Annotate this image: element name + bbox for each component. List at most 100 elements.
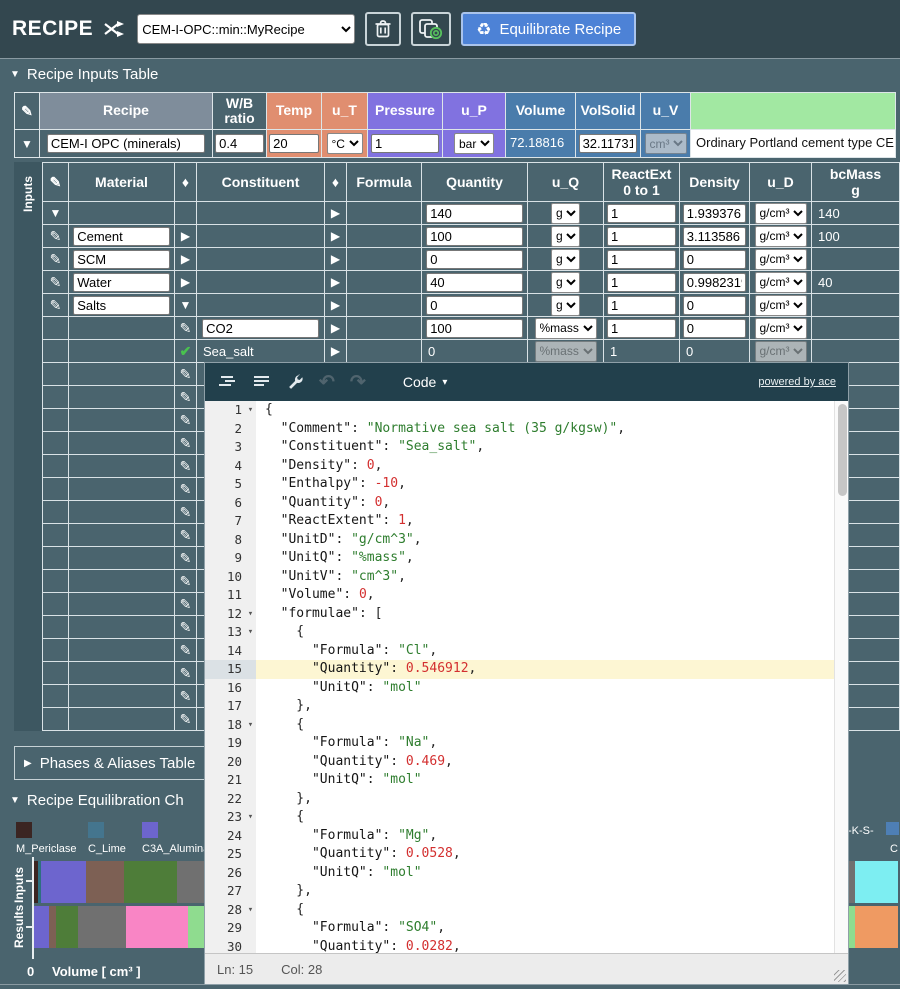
fold-toggle-icon[interactable]	[245, 845, 256, 864]
code-line[interactable]: 4 "Density": 0,	[205, 457, 848, 476]
pencil-icon[interactable]: ✎	[50, 298, 62, 312]
code-line[interactable]: 10 "UnitV": "cm^3",	[205, 568, 848, 587]
code-line[interactable]: 26 "UnitQ": "mol"	[205, 864, 848, 883]
pencil-icon[interactable]: ✎	[21, 104, 33, 118]
pencil-icon[interactable]: ✎	[180, 482, 192, 496]
line-number[interactable]: 25	[205, 845, 245, 864]
fold-toggle-icon[interactable]	[245, 790, 256, 809]
code-line[interactable]: 5 "Enthalpy": -10,	[205, 475, 848, 494]
play-icon[interactable]: ▶	[331, 299, 340, 311]
recipe-select[interactable]: CEM-I-OPC::min::MyRecipe	[137, 14, 355, 44]
redo-icon[interactable]: ↷	[350, 371, 366, 394]
line-number[interactable]: 13	[205, 623, 245, 642]
pencil-icon[interactable]: ✎	[180, 643, 192, 657]
fold-toggle-icon[interactable]	[245, 642, 256, 661]
code-line[interactable]: 7 "ReactExtent": 1,	[205, 512, 848, 531]
editor-scrollbar[interactable]	[834, 401, 848, 953]
pencil-icon[interactable]: ✎	[180, 436, 192, 450]
fold-toggle-icon[interactable]	[245, 475, 256, 494]
play-icon[interactable]: ▶	[181, 253, 190, 265]
compact-format-icon[interactable]	[252, 375, 272, 389]
pencil-icon[interactable]: ✎	[180, 620, 192, 634]
fold-toggle-icon[interactable]: ▾	[245, 623, 256, 642]
pencil-icon[interactable]: ✎	[180, 551, 192, 565]
line-number[interactable]: 19	[205, 734, 245, 753]
line-number[interactable]: 8	[205, 531, 245, 550]
line-number[interactable]: 1	[205, 401, 245, 420]
quantity-input[interactable]	[426, 204, 523, 223]
line-number[interactable]: 5	[205, 475, 245, 494]
code-line[interactable]: 12 ▾ "formulae": [	[205, 605, 848, 624]
fold-toggle-icon[interactable]	[245, 494, 256, 513]
line-number[interactable]: 16	[205, 679, 245, 698]
line-number[interactable]: 27	[205, 882, 245, 901]
fold-toggle-icon[interactable]	[245, 919, 256, 938]
density-unit-select[interactable]: g/cm³	[755, 272, 807, 293]
code-line[interactable]: 21 "UnitQ": "mol"	[205, 771, 848, 790]
react-extent-input[interactable]	[607, 250, 676, 269]
code-line[interactable]: 27 },	[205, 882, 848, 901]
fold-toggle-icon[interactable]	[245, 679, 256, 698]
density-input[interactable]	[683, 319, 746, 338]
pencil-icon[interactable]: ✎	[50, 252, 62, 266]
line-number[interactable]: 9	[205, 549, 245, 568]
format-indent-icon[interactable]	[217, 375, 237, 389]
pencil-icon[interactable]: ✎	[180, 712, 192, 726]
code-line[interactable]: 19 "Formula": "Na",	[205, 734, 848, 753]
fold-toggle-icon[interactable]: ▾	[245, 605, 256, 624]
react-extent-input[interactable]	[607, 204, 676, 223]
code-line[interactable]: 16 "UnitQ": "mol"	[205, 679, 848, 698]
fold-toggle-icon[interactable]	[245, 771, 256, 790]
fold-toggle-icon[interactable]	[245, 864, 256, 883]
quantity-input[interactable]	[426, 250, 523, 269]
fold-toggle-icon[interactable]	[245, 512, 256, 531]
line-number[interactable]: 26	[205, 864, 245, 883]
play-icon[interactable]: ▶	[181, 276, 190, 288]
code-line[interactable]: 23 ▾ {	[205, 808, 848, 827]
density-input[interactable]	[683, 227, 746, 246]
play-icon[interactable]: ▶	[331, 253, 340, 265]
code-line[interactable]: 25 "Quantity": 0.0528,	[205, 845, 848, 864]
pencil-icon[interactable]: ✎	[180, 505, 192, 519]
code-line[interactable]: 9 "UnitQ": "%mass",	[205, 549, 848, 568]
pencil-icon[interactable]: ✎	[180, 597, 192, 611]
fold-toggle-icon[interactable]	[245, 734, 256, 753]
fold-toggle-icon[interactable]	[245, 568, 256, 587]
code-line[interactable]: 24 "Formula": "Mg",	[205, 827, 848, 846]
code-line[interactable]: 11 "Volume": 0,	[205, 586, 848, 605]
pencil-icon[interactable]: ✎	[180, 689, 192, 703]
code-line[interactable]: 18 ▾ {	[205, 716, 848, 735]
code-line[interactable]: 13 ▾ {	[205, 623, 848, 642]
play-icon[interactable]: ▶	[331, 322, 340, 334]
code-line[interactable]: 1 ▾ {	[205, 401, 848, 420]
line-number[interactable]: 30	[205, 938, 245, 954]
fold-toggle-icon[interactable]	[245, 753, 256, 772]
line-number[interactable]: 4	[205, 457, 245, 476]
code-line[interactable]: 29 "Formula": "SO4",	[205, 919, 848, 938]
pencil-icon[interactable]: ✎	[50, 275, 62, 289]
code-line[interactable]: 28 ▾ {	[205, 901, 848, 920]
fold-toggle-icon[interactable]: ▾	[245, 901, 256, 920]
pencil-icon[interactable]: ✎	[50, 229, 62, 243]
line-number[interactable]: 18	[205, 716, 245, 735]
volsolid-input[interactable]	[579, 134, 638, 153]
fold-toggle-icon[interactable]	[245, 827, 256, 846]
density-input[interactable]	[683, 296, 746, 315]
line-number[interactable]: 21	[205, 771, 245, 790]
pencil-icon[interactable]: ✎	[180, 321, 192, 335]
pressure-input[interactable]	[371, 134, 439, 153]
line-number[interactable]: 29	[205, 919, 245, 938]
expand-row-icon[interactable]: ▼	[21, 138, 33, 150]
pencil-icon[interactable]: ✎	[180, 666, 192, 680]
line-number[interactable]: 12	[205, 605, 245, 624]
density-unit-select[interactable]: g/cm³	[755, 341, 807, 362]
line-number[interactable]: 6	[205, 494, 245, 513]
fold-toggle-icon[interactable]	[245, 882, 256, 901]
quantity-unit-select[interactable]: g	[551, 249, 580, 270]
delete-recipe-button[interactable]	[365, 12, 401, 46]
clone-recipe-button[interactable]	[411, 12, 451, 46]
line-number[interactable]: 7	[205, 512, 245, 531]
line-number[interactable]: 2	[205, 420, 245, 439]
density-unit-select[interactable]: g/cm³	[755, 318, 807, 339]
quantity-unit-select[interactable]: g	[551, 226, 580, 247]
